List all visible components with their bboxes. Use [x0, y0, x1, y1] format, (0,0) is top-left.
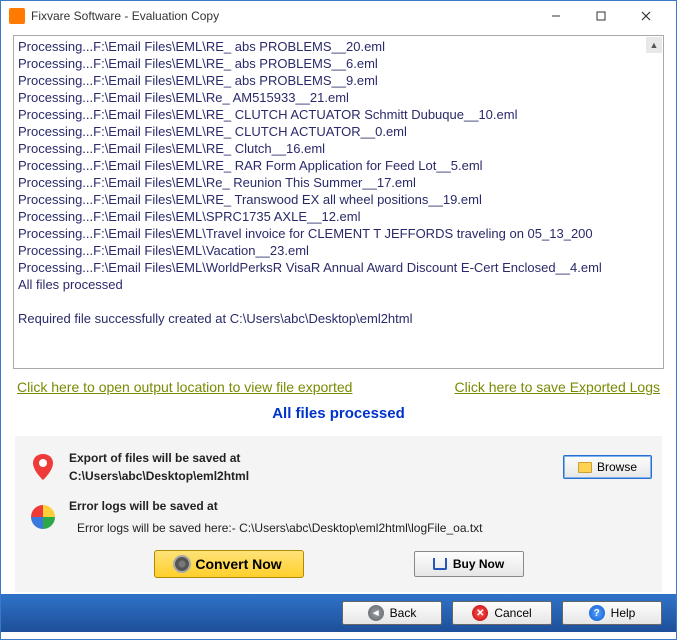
- log-line: Processing...F:\Email Files\EML\RE_ abs …: [18, 72, 659, 89]
- window-title: Fixvare Software - Evaluation Copy: [31, 9, 533, 23]
- log-line: Required file successfully created at C:…: [18, 310, 659, 327]
- back-button[interactable]: ◄ Back: [342, 601, 442, 625]
- help-button[interactable]: ? Help: [562, 601, 662, 625]
- gear-icon: [175, 557, 189, 571]
- log-line: [18, 293, 659, 310]
- cancel-label: Cancel: [494, 606, 531, 620]
- error-log-label: Error logs will be saved at: [69, 499, 218, 513]
- output-panel: Export of files will be saved at C:\User…: [15, 436, 662, 592]
- titlebar: ⵮ Fixvare Software - Evaluation Copy: [1, 1, 676, 31]
- log-line: Processing...F:\Email Files\EML\RE_ Clut…: [18, 140, 659, 157]
- log-line: Processing...F:\Email Files\EML\RE_ RAR …: [18, 157, 659, 174]
- maximize-icon: [596, 11, 606, 21]
- save-logs-link[interactable]: Click here to save Exported Logs: [455, 379, 660, 395]
- log-line: Processing...F:\Email Files\EML\RE_ CLUT…: [18, 106, 659, 123]
- buy-label: Buy Now: [453, 557, 504, 571]
- log-line: Processing...F:\Email Files\EML\RE_ CLUT…: [18, 123, 659, 140]
- back-arrow-icon: ◄: [368, 605, 384, 621]
- processing-log[interactable]: Processing...F:\Email Files\EML\RE_ abs …: [13, 35, 664, 369]
- minimize-button[interactable]: [533, 2, 578, 30]
- log-line: Processing...F:\Email Files\EML\RE_ abs …: [18, 38, 659, 55]
- browse-button[interactable]: Browse: [563, 455, 652, 479]
- scroll-up-icon[interactable]: ▲: [646, 37, 662, 53]
- maximize-button[interactable]: [578, 2, 623, 30]
- export-label: Export of files will be saved at: [69, 451, 240, 465]
- log-line: Processing...F:\Email Files\EML\RE_ Tran…: [18, 191, 659, 208]
- buy-now-button[interactable]: Buy Now: [414, 551, 524, 577]
- log-line: Processing...F:\Email Files\EML\SPRC1735…: [18, 208, 659, 225]
- convert-now-button[interactable]: Convert Now: [154, 550, 304, 578]
- log-line: Processing...F:\Email Files\EML\RE_ abs …: [18, 55, 659, 72]
- log-line: Processing...F:\Email Files\EML\Re_ Reun…: [18, 174, 659, 191]
- folder-icon: [578, 462, 592, 473]
- links-row: Click here to open output location to vi…: [13, 369, 664, 399]
- cart-icon: [433, 558, 447, 570]
- convert-label: Convert Now: [195, 556, 281, 572]
- app-icon: ⵮: [9, 8, 25, 24]
- cancel-button[interactable]: ✕ Cancel: [452, 601, 552, 625]
- close-button[interactable]: [623, 2, 668, 30]
- export-path: C:\Users\abc\Desktop\eml2html: [69, 468, 555, 484]
- log-line: Processing...F:\Email Files\EML\WorldPer…: [18, 259, 659, 276]
- bottom-bar: ◄ Back ✕ Cancel ? Help: [1, 594, 676, 632]
- back-label: Back: [390, 606, 417, 620]
- log-line: Processing...F:\Email Files\EML\Travel i…: [18, 225, 659, 242]
- browse-label: Browse: [597, 460, 637, 474]
- cancel-x-icon: ✕: [472, 605, 488, 621]
- help-question-icon: ?: [589, 605, 605, 621]
- pie-chart-icon: [25, 504, 61, 530]
- log-line: Processing...F:\Email Files\EML\Vacation…: [18, 242, 659, 259]
- minimize-icon: [551, 11, 561, 21]
- log-line: All files processed: [18, 276, 659, 293]
- log-line: Processing...F:\Email Files\EML\Re_ AM51…: [18, 89, 659, 106]
- location-pin-icon: [25, 453, 61, 481]
- status-message: All files processed: [13, 399, 664, 436]
- error-log-path: Error logs will be saved here:- C:\Users…: [69, 520, 644, 536]
- open-output-link[interactable]: Click here to open output location to vi…: [17, 379, 352, 395]
- help-label: Help: [611, 606, 636, 620]
- close-icon: [641, 11, 651, 21]
